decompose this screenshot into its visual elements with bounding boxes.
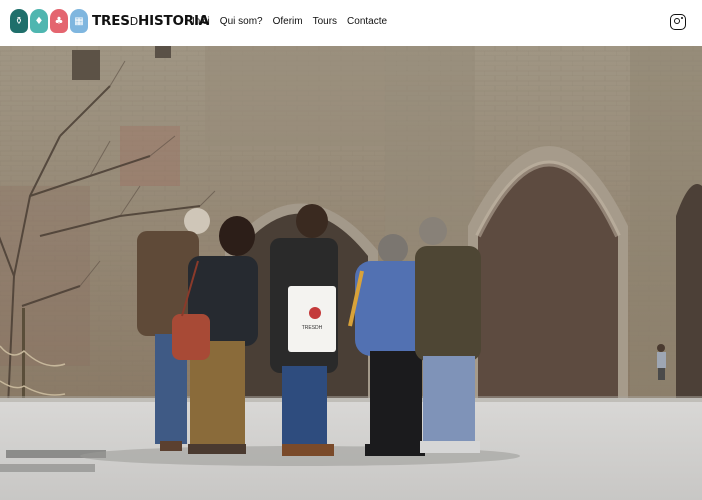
logo-jar-icon: ⚱	[10, 9, 28, 33]
tote-bag-text: TRESDH	[302, 325, 323, 331]
nav-item-oferim[interactable]: Oferim	[273, 16, 303, 27]
logo-amphora-icon: ♦	[30, 9, 48, 33]
instagram-icon[interactable]	[670, 14, 686, 30]
logo-building-icon: ▦	[70, 9, 88, 33]
logo-icons: ⚱ ♦ ♣ ▦	[10, 9, 88, 33]
main-nav: Inici Qui som? Oferim Tours Contacte	[192, 16, 387, 27]
site-header: ⚱ ♦ ♣ ▦ TRESDHISTORIA Inici Qui som? Ofe…	[0, 0, 702, 46]
hero-image: TRESDH	[0, 46, 702, 500]
nav-item-inici[interactable]: Inici	[192, 16, 210, 27]
nav-item-tours[interactable]: Tours	[313, 16, 337, 27]
nav-item-contacte[interactable]: Contacte	[347, 16, 387, 27]
nav-item-qui-som[interactable]: Qui som?	[220, 16, 263, 27]
logo-vase-icon: ♣	[50, 9, 68, 33]
brand-logo[interactable]: ⚱ ♦ ♣ ▦ TRESDHISTORIA	[10, 9, 209, 33]
